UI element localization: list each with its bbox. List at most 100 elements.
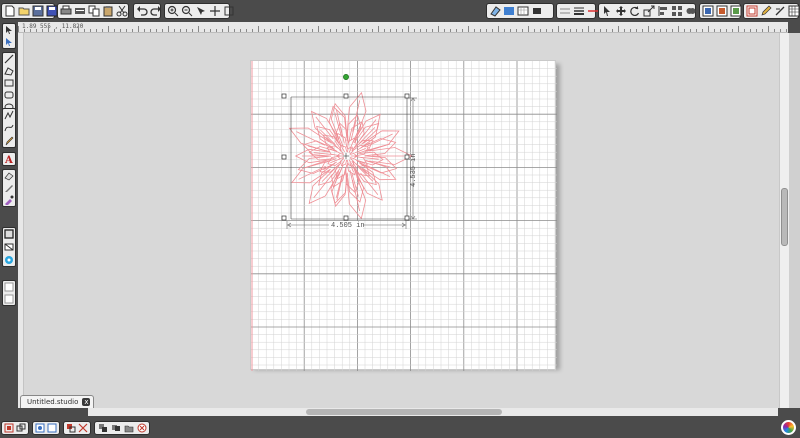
line-style-icon[interactable] [559, 5, 571, 17]
text-icon[interactable]: A [3, 154, 15, 164]
ruler-tick [324, 29, 325, 32]
color-picker-icon[interactable] [3, 254, 15, 265]
make-compound-icon[interactable] [35, 423, 45, 434]
flower-design[interactable] [288, 91, 413, 220]
scale-icon[interactable] [643, 5, 655, 17]
send-icon[interactable] [74, 5, 86, 17]
pan-icon[interactable] [209, 5, 221, 17]
vertical-scrollbar[interactable] [779, 33, 789, 408]
layers-icon[interactable] [746, 5, 758, 17]
knife-icon[interactable] [3, 183, 15, 193]
line-weight-icon[interactable] [573, 5, 585, 17]
polyline-icon[interactable] [3, 110, 15, 121]
eraser-icon[interactable] [489, 5, 501, 17]
trace-icon[interactable] [730, 5, 742, 17]
ruler-tick [96, 29, 97, 32]
ungroup-icon[interactable] [16, 423, 26, 434]
ruler-tick [684, 29, 685, 32]
pen-icon[interactable] [760, 5, 772, 17]
ruler-tick [174, 29, 175, 32]
rotate-handle[interactable] [343, 74, 349, 80]
eraser-tool-icon[interactable] [3, 171, 15, 181]
store-icon[interactable] [716, 5, 728, 17]
group-icon[interactable] [4, 423, 14, 434]
redo-icon[interactable] [150, 5, 162, 17]
width-label: 4.505 in [331, 222, 365, 230]
page-add-icon[interactable] [3, 282, 15, 292]
rounded-rect-icon[interactable] [3, 90, 15, 100]
copy-icon[interactable] [88, 5, 100, 17]
edit-points-icon[interactable] [3, 37, 15, 47]
folder-icon[interactable] [123, 423, 134, 434]
fit-page-icon[interactable] [223, 5, 235, 17]
rotate-icon[interactable] [629, 5, 641, 17]
bring-forward-icon[interactable] [66, 423, 76, 434]
replicate-icon[interactable] [671, 5, 683, 17]
weld-bottom-icon[interactable] [110, 423, 121, 434]
ruler-tick [72, 29, 73, 32]
ruler-tick [744, 29, 745, 32]
align-icon[interactable] [657, 5, 669, 17]
selection-handles[interactable] [281, 93, 410, 221]
paste-icon[interactable] [102, 5, 114, 17]
ruler-tick [192, 29, 193, 32]
save-icon[interactable] [32, 5, 44, 17]
canvas-area[interactable]: 4.535 in 4.505 in [24, 33, 779, 408]
pointer-icon[interactable] [601, 5, 613, 17]
eyedropper-icon[interactable] [3, 195, 15, 205]
polygon-icon[interactable] [3, 66, 15, 76]
horizontal-scroll-thumb[interactable] [306, 409, 502, 415]
ruler-tick [720, 29, 721, 32]
send-backward-icon[interactable] [78, 423, 88, 434]
ruler-tick [66, 29, 67, 32]
library-icon[interactable] [702, 5, 714, 17]
weld-icon[interactable] [685, 5, 697, 17]
close-tab-icon[interactable]: x [82, 398, 91, 406]
page-view-icon[interactable] [3, 229, 15, 240]
ruler-tick [306, 29, 307, 32]
ruler-tick [696, 29, 697, 32]
zoom-out-icon[interactable] [181, 5, 193, 17]
delete-icon[interactable] [136, 423, 147, 434]
freehand-icon[interactable] [3, 135, 15, 146]
release-compound-icon[interactable] [47, 423, 57, 434]
ruler-tick [648, 26, 649, 32]
cut-view-icon[interactable] [3, 242, 15, 253]
color-wheel-icon[interactable] [781, 420, 796, 435]
fill-icon[interactable] [531, 5, 543, 17]
move-icon[interactable] [615, 5, 627, 17]
zoom-select-icon[interactable] [195, 5, 207, 17]
print-icon[interactable] [60, 5, 72, 17]
page-icon[interactable] [517, 5, 529, 17]
undo-icon[interactable] [136, 5, 148, 17]
ruler-tick [726, 29, 727, 32]
ruler-tick [480, 29, 481, 32]
grid-panel-icon[interactable] [788, 5, 800, 17]
svg-text:A: A [4, 155, 13, 164]
horizontal-scrollbar[interactable] [88, 408, 778, 416]
page-remove-icon[interactable] [3, 294, 15, 304]
center-crosshair [343, 153, 349, 159]
grid-icon[interactable] [503, 5, 515, 17]
ruler-tick [540, 29, 541, 32]
flower-petal-vein [313, 173, 333, 198]
duplicate-icon[interactable] [97, 423, 108, 434]
vertical-scroll-thumb[interactable] [781, 188, 788, 246]
zoom-in-icon[interactable] [167, 5, 179, 17]
rectangle-icon[interactable] [3, 78, 15, 88]
ruler-tick [360, 29, 361, 32]
new-icon[interactable] [4, 5, 16, 17]
mat-grid: 4.535 in 4.505 in [251, 61, 557, 371]
sketch-icon[interactable] [774, 5, 786, 17]
transform-group [598, 3, 725, 19]
ruler-tick [294, 29, 295, 32]
ruler-tick [54, 29, 55, 32]
select-icon[interactable] [3, 25, 15, 35]
silhouette-studio-window: A 1.89 555 , 11.820 4.535 in 4.505 in Un… [0, 0, 800, 438]
cutting-mat[interactable]: 4.535 in 4.505 in [250, 60, 557, 371]
line-tool-icon[interactable] [3, 54, 15, 64]
cut-icon[interactable] [116, 5, 128, 17]
open-icon[interactable] [18, 5, 30, 17]
curve-icon[interactable] [3, 123, 15, 134]
document-tab[interactable]: Untitled.studio x [20, 395, 95, 408]
